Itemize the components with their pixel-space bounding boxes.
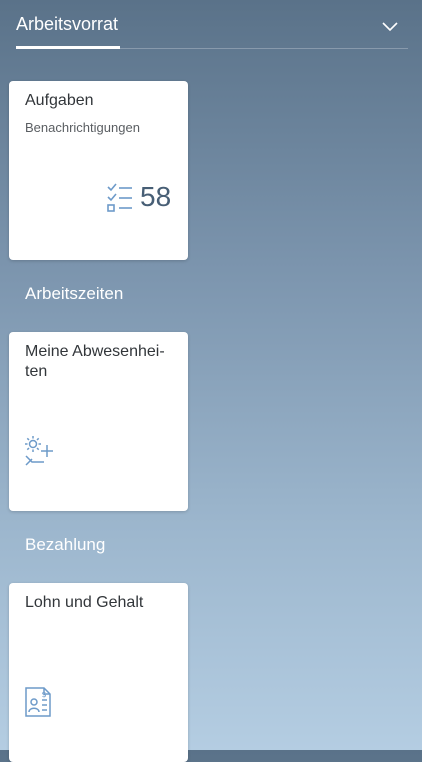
tile-lohn-und-gehalt[interactable]: Lohn und Gehalt $ [9, 583, 188, 762]
top-bar: Arbeitsvorrat [0, 0, 422, 56]
svg-text:$: $ [42, 690, 47, 699]
tile-title: Aufgaben [25, 92, 94, 109]
task-count: 58 [140, 181, 172, 212]
vacation-add-icon [24, 435, 56, 472]
tile-title: Lohn und Gehalt [25, 594, 144, 611]
tile-meine-abwesenheiten[interactable]: Meine Abwesenhei- ten [9, 332, 188, 511]
section-title-arbeitszeiten: Arbeitszeiten [25, 284, 124, 303]
tab-divider [16, 48, 408, 49]
task-list-icon [106, 183, 134, 218]
payslip-icon: $ [24, 686, 52, 723]
tile-subtitle: Benachrichtigungen [25, 120, 140, 135]
section-title-bezahlung: Bezahlung [25, 535, 106, 554]
tab-label: Arbeitsvorrat [16, 14, 119, 34]
tile-aufgaben[interactable]: Aufgaben Benachrichtigungen 58 [9, 81, 188, 260]
chevron-down-icon[interactable] [378, 14, 402, 38]
tile-title: Meine Abwesenhei- ten [25, 343, 165, 380]
tab-arbeitsvorrat[interactable]: Arbeitsvorrat [16, 12, 120, 50]
